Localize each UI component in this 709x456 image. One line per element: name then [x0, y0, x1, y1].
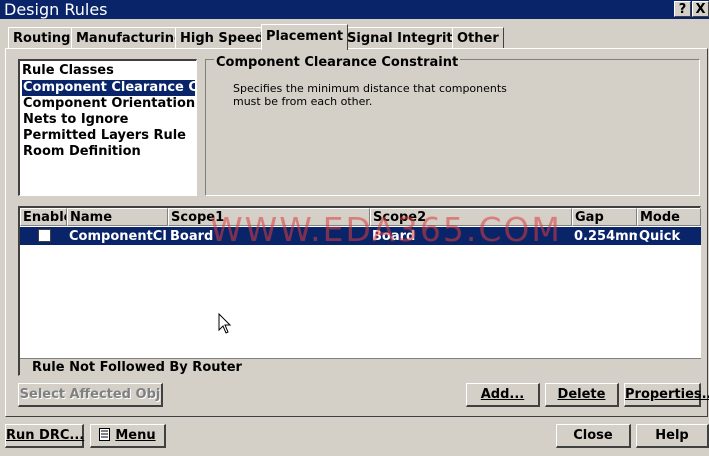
row-scope1: Board — [170, 229, 214, 244]
rule-class-item[interactable]: Component Orientations Rule — [22, 96, 195, 112]
menu-button[interactable]: Menu — [90, 424, 166, 448]
col-scope1[interactable]: Scope1 — [168, 208, 370, 226]
close-button[interactable]: Close — [556, 424, 631, 448]
row-mode: Quick — [639, 229, 681, 244]
col-mode[interactable]: Mode — [637, 208, 701, 226]
title-bar: Design Rules ? X — [0, 0, 709, 19]
constraint-title: Component Clearance Constraint — [214, 55, 461, 70]
tab-routing[interactable]: Routing — [8, 27, 76, 48]
row-scope2: Board — [372, 229, 416, 244]
properties-button[interactable]: Properties... — [624, 383, 709, 407]
run-drc-button[interactable]: Run DRC... — [5, 424, 84, 448]
add-button[interactable]: Add... — [466, 383, 540, 407]
col-gap[interactable]: Gap — [572, 208, 637, 226]
close-label: Close — [573, 428, 613, 443]
help-label: Help — [655, 428, 689, 443]
col-name[interactable]: Name — [67, 208, 168, 226]
row-name: ComponentClearance — [69, 229, 167, 244]
select-affected-button: Select Affected Obj — [18, 383, 163, 407]
constraint-description-2: must be from each other. — [233, 95, 373, 108]
window-title: Design Rules — [4, 0, 108, 19]
tab-high-speed[interactable]: High Speed — [175, 27, 270, 48]
rule-class-item[interactable]: Component Clearance Constraint — [22, 80, 195, 96]
row-gap: 0.254mm — [574, 229, 637, 244]
enable-checkbox[interactable] — [38, 229, 51, 242]
run-drc-label: Run DRC... — [6, 428, 85, 443]
col-scope2[interactable]: Scope2 — [370, 208, 572, 226]
rule-classes-list[interactable]: Rule Classes Component Clearance Constra… — [18, 59, 197, 196]
tab-manufacturing[interactable]: Manufacturing — [71, 27, 189, 48]
rule-classes-header: Rule Classes — [22, 63, 114, 78]
delete-button[interactable]: Delete — [545, 383, 619, 407]
constraint-panel: Component Clearance Constraint Specifies… — [205, 55, 700, 196]
mouse-cursor-icon — [218, 313, 232, 334]
delete-label: Delete — [557, 387, 606, 402]
properties-label: Properties... — [625, 387, 709, 402]
tab-placement[interactable]: Placement — [261, 24, 349, 50]
constraint-description-1: Specifies the minimum distance that comp… — [233, 82, 507, 95]
grid-footer: Rule Not Followed By Router — [20, 358, 701, 376]
help-button[interactable]: Help — [636, 424, 709, 448]
grid-footer-text: Rule Not Followed By Router — [32, 360, 242, 375]
select-affected-label: Select Affected Obj — [19, 387, 161, 402]
rule-class-item[interactable]: Permitted Layers Rule — [22, 128, 195, 144]
close-title-button[interactable]: X — [692, 1, 709, 17]
rule-class-item[interactable]: Nets to Ignore — [22, 112, 195, 128]
rules-grid[interactable]: Enable Name Scope1 Scope2 Gap Mode Compo… — [18, 206, 701, 376]
col-enable[interactable]: Enable — [20, 208, 67, 226]
menu-label: Menu — [115, 428, 156, 443]
help-title-button[interactable]: ? — [674, 1, 691, 17]
tab-signal-integrity[interactable]: Signal Integrity — [342, 27, 467, 48]
rule-class-item[interactable]: Room Definition — [22, 144, 195, 160]
add-label: Add... — [480, 387, 525, 402]
tab-other[interactable]: Other — [452, 27, 504, 48]
menu-icon — [99, 428, 111, 441]
